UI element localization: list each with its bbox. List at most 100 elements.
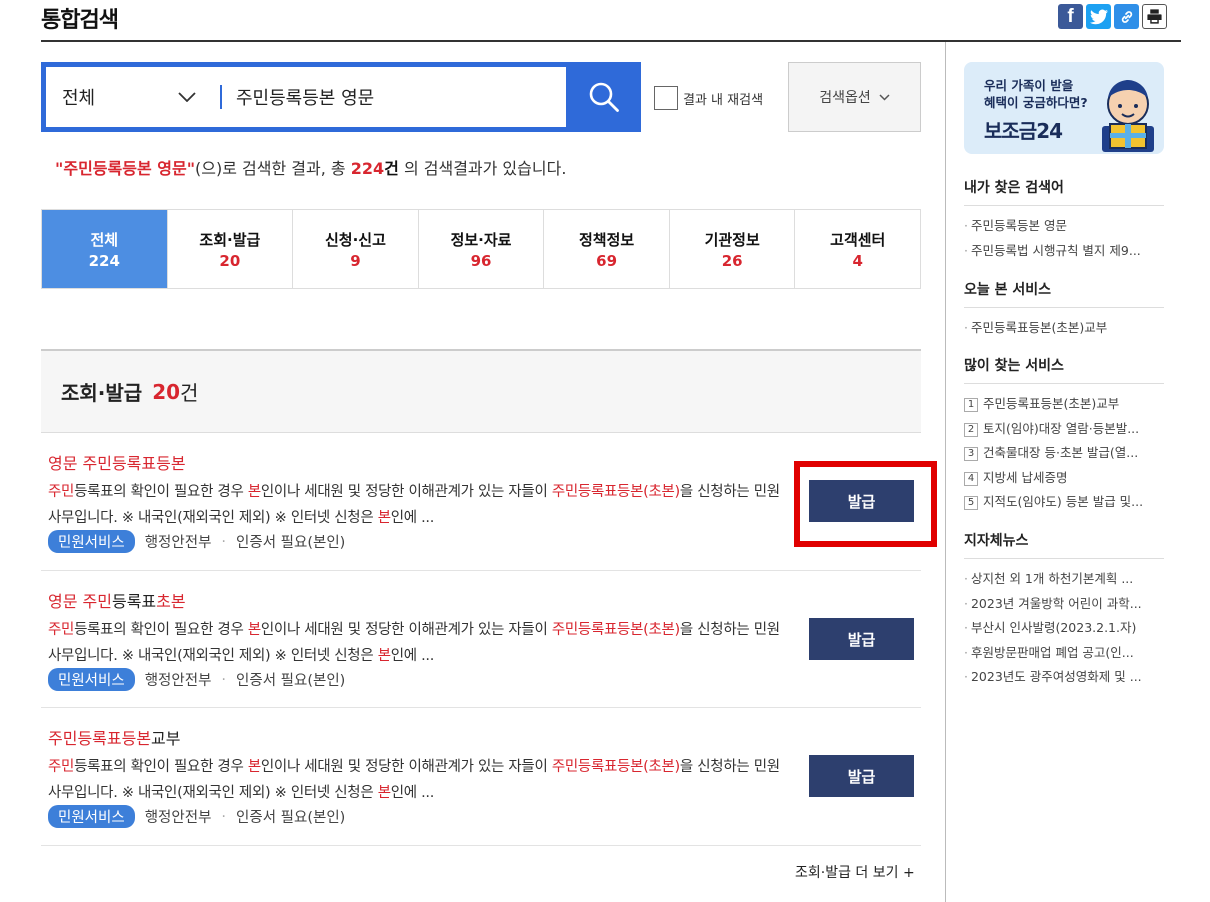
section-unit: 건 bbox=[180, 381, 199, 405]
tab-count: 224 bbox=[88, 251, 120, 270]
tab-policy[interactable]: 정책정보 69 bbox=[544, 210, 670, 288]
search-scope-select[interactable]: 전체 bbox=[46, 67, 222, 127]
research-within-results[interactable]: 결과 내 재검색 bbox=[654, 86, 763, 110]
result-title[interactable]: 주민등록표등본교부 bbox=[48, 725, 181, 749]
tab-label: 전체 bbox=[90, 230, 119, 249]
desc-highlight: 주민 bbox=[48, 759, 75, 775]
tab-all[interactable]: 전체 224 bbox=[42, 210, 168, 288]
category-badge: 민원서비스 bbox=[48, 530, 135, 553]
category-badge: 민원서비스 bbox=[48, 805, 135, 828]
result-item: 주민등록표등본교부 주민등록표의 확인이 필요한 경우 본인이나 세대원 및 정… bbox=[41, 708, 921, 846]
local-news-panel: 지자체뉴스 · 상지천 외 1개 하천기본계획 ... · 2023년 겨울방학 어… bbox=[964, 530, 1164, 690]
popular-service-item[interactable]: 5 지적도(임야도) 등본 발급 및... bbox=[964, 490, 1164, 515]
news-item[interactable]: · 후원방문판매업 폐업 공고(인... bbox=[964, 641, 1164, 666]
issue-button[interactable]: 발급 bbox=[809, 618, 914, 660]
meta-separator: · bbox=[221, 808, 227, 825]
desc-text: 인이나 세대원 및 정당한 이해관계가 있는 자들이 bbox=[260, 759, 552, 775]
subsidy24-banner[interactable]: 우리 가족이 받을 혜택이 궁금하다면? 보조금24 bbox=[964, 62, 1164, 154]
search-input[interactable] bbox=[222, 67, 566, 127]
recent-search-item[interactable]: · 주민등록등본 영문 bbox=[964, 214, 1164, 239]
popular-service-item[interactable]: 2 토지(임야)대장 열람·등본발... bbox=[964, 417, 1164, 442]
popular-service-item[interactable]: 4 지방세 납세증명 bbox=[964, 466, 1164, 491]
category-tabs: 전체 224 조회·발급 20 신청·신고 9 정보·자료 96 정책정보 69 기관정보… bbox=[41, 209, 921, 289]
news-item[interactable]: · 부산시 인사발령(2023.2.1.자) bbox=[964, 616, 1164, 641]
link-copy-icon[interactable] bbox=[1114, 4, 1139, 29]
result-summary: "주민등록등본 영문"(으)로 검색한 결과, 총 224건 의 검색결과가 있… bbox=[55, 155, 566, 179]
news-label: 부산시 인사발령(2023.2.1.자) bbox=[970, 620, 1137, 635]
news-label: 2023년도 광주여성영화제 및 ... bbox=[970, 669, 1142, 684]
result-item: 영문 주민등록표초본 주민등록표의 확인이 필요한 경우 본인이나 세대원 및 … bbox=[41, 571, 921, 708]
more-results-link[interactable]: 조회·발급 더 보기 + bbox=[795, 862, 915, 882]
print-icon[interactable] bbox=[1142, 4, 1167, 29]
tab-label: 신청·신고 bbox=[324, 230, 386, 249]
title-highlight: 영문 주민 bbox=[48, 592, 112, 611]
desc-highlight: 본 bbox=[247, 759, 261, 775]
search-options-button[interactable]: 검색옵션 bbox=[788, 62, 921, 132]
rank-number: 4 bbox=[964, 471, 978, 486]
meta-separator: · bbox=[221, 533, 227, 550]
tab-label: 정책정보 bbox=[579, 230, 635, 249]
search-options-label: 검색옵션 bbox=[819, 90, 871, 106]
today-services-title: 오늘 본 서비스 bbox=[964, 279, 1164, 308]
page-title: 통합검색 bbox=[41, 8, 119, 33]
news-item[interactable]: · 2023년도 광주여성영화제 및 ... bbox=[964, 665, 1164, 690]
tab-count: 26 bbox=[721, 251, 743, 270]
desc-text: 인이나 세대원 및 정당한 이해관계가 있는 자들이 bbox=[260, 484, 552, 500]
result-item: 영문 주민등록표등본 주민등록표의 확인이 필요한 경우 본인이나 세대원 및 … bbox=[41, 433, 937, 571]
desc-text: 등록표의 확인이 필요한 경우 bbox=[74, 622, 248, 638]
title-text: 등록표 bbox=[111, 592, 157, 611]
summary-tail: 의 검색결과가 있습니다. bbox=[398, 159, 567, 178]
popular-service-item[interactable]: 1 주민등록표등본(초본)교부 bbox=[964, 392, 1164, 417]
tab-count: 69 bbox=[596, 251, 618, 270]
facebook-icon[interactable]: f bbox=[1058, 4, 1083, 29]
result-title[interactable]: 영문 주민등록표등본 bbox=[48, 450, 186, 474]
tab-customer-center[interactable]: 고객센터 4 bbox=[795, 210, 920, 288]
search-icon bbox=[589, 82, 619, 112]
section-count: 20 bbox=[152, 379, 181, 404]
issue-button[interactable]: 발급 bbox=[809, 480, 914, 522]
result-cert: 인증서 필요(본인) bbox=[236, 673, 346, 689]
tab-label: 고객센터 bbox=[830, 230, 886, 249]
result-description: 주민등록표의 확인이 필요한 경우 본인이나 세대원 및 정당한 이해관계가 있… bbox=[48, 754, 788, 806]
local-news-title: 지자체뉴스 bbox=[964, 530, 1164, 559]
popular-service-label: 지적도(임야도) 등본 발급 및... bbox=[983, 494, 1144, 509]
result-org: 행정안전부 bbox=[144, 673, 212, 689]
section-title: 조회·발급 bbox=[61, 381, 143, 405]
result-meta: 민원서비스 행정안전부 · 인증서 필요(본인) bbox=[48, 530, 345, 553]
share-toolbar: f bbox=[1058, 4, 1167, 29]
desc-highlight: 본 bbox=[247, 484, 261, 500]
search-button[interactable] bbox=[566, 62, 641, 132]
desc-highlight: 주민등록표등본(초본) bbox=[551, 484, 680, 500]
desc-highlight: 본 bbox=[377, 785, 391, 801]
search-bar: 전체 bbox=[41, 62, 641, 132]
tab-inquiry-issue[interactable]: 조회·발급 20 bbox=[168, 210, 294, 288]
section-header: 조회·발급 20 건 bbox=[41, 349, 921, 433]
summary-text: (으)로 검색한 결과, 총 bbox=[195, 159, 351, 178]
result-meta: 민원서비스 행정안전부 · 인증서 필요(본인) bbox=[48, 805, 345, 828]
popular-service-label: 주민등록표등본(초본)교부 bbox=[983, 396, 1120, 411]
banner-line-2: 혜택이 궁금하다면? bbox=[984, 95, 1088, 110]
banner-brand: 보조금24 bbox=[984, 119, 1063, 143]
research-checkbox[interactable] bbox=[654, 86, 678, 110]
sidebar-divider bbox=[945, 42, 946, 902]
desc-highlight: 본 bbox=[377, 648, 391, 664]
result-description: 주민등록표의 확인이 필요한 경우 본인이나 세대원 및 정당한 이해관계가 있… bbox=[48, 479, 788, 531]
news-item[interactable]: · 상지천 외 1개 하천기본계획 ... bbox=[964, 567, 1164, 592]
issue-button[interactable]: 발급 bbox=[809, 755, 914, 797]
popular-service-label: 건축물대장 등·초본 발급(열... bbox=[983, 445, 1139, 460]
tab-label: 정보·자료 bbox=[450, 230, 512, 249]
recent-search-item[interactable]: · 주민등록법 시행규칙 별지 제9... bbox=[964, 239, 1164, 264]
tab-information[interactable]: 정보·자료 96 bbox=[419, 210, 545, 288]
tab-count: 9 bbox=[350, 251, 361, 270]
tab-application[interactable]: 신청·신고 9 bbox=[293, 210, 419, 288]
tab-count: 4 bbox=[852, 251, 863, 270]
result-title[interactable]: 영문 주민등록표초본 bbox=[48, 588, 186, 612]
summary-count: 224 bbox=[350, 159, 385, 178]
twitter-icon[interactable] bbox=[1086, 4, 1111, 29]
news-item[interactable]: · 2023년 겨울방학 어린이 과학... bbox=[964, 592, 1164, 617]
title-highlight: 초본 bbox=[156, 592, 186, 611]
popular-service-item[interactable]: 3 건축물대장 등·초본 발급(열... bbox=[964, 441, 1164, 466]
viewed-service-item[interactable]: · 주민등록표등본(초본)교부 bbox=[964, 316, 1164, 341]
recent-search-label: 주민등록등본 영문 bbox=[970, 218, 1067, 233]
tab-agency[interactable]: 기관정보 26 bbox=[670, 210, 796, 288]
